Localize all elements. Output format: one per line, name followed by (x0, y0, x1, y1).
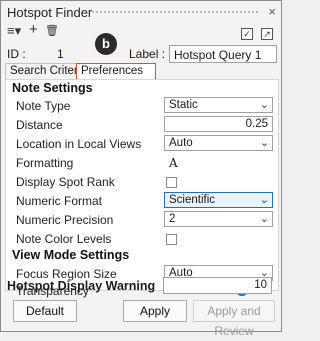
checkbox-icon[interactable]: ✓ (241, 28, 253, 40)
distance-input[interactable]: 0.25 (164, 116, 273, 132)
chevron-down-icon: ⌄ (259, 99, 269, 111)
hotspot-finder-panel: Hotspot Finder × ≡▾ + 🗑 ✓ ↗ b ID : 1 Lab… (0, 0, 282, 338)
color-levels-checkbox[interactable] (166, 234, 177, 245)
window-title: Hotspot Finder (7, 5, 93, 20)
numeric-precision-value: 2 (169, 213, 176, 225)
font-format-icon[interactable]: A (169, 156, 178, 170)
view-mode-heading: View Mode Settings (12, 248, 130, 262)
chevron-down-icon: ⌄ (259, 194, 269, 206)
note-type-value: Static (169, 99, 198, 111)
numeric-precision-select[interactable]: 2 ⌄ (164, 211, 273, 227)
note-type-select[interactable]: Static ⌄ (164, 97, 273, 113)
close-icon[interactable]: × (268, 4, 276, 19)
numeric-format-select[interactable]: Scientific ⌄ (164, 192, 273, 208)
id-label: ID : (7, 47, 26, 61)
numeric-precision-label: Numeric Precision (16, 213, 114, 227)
id-value: 1 (57, 47, 64, 61)
default-button[interactable]: Default (13, 300, 77, 322)
hotspot-warning-label: Hotspot Display Warning (7, 279, 156, 293)
popout-icon[interactable]: ↗ (261, 28, 273, 40)
formatting-label: Formatting (16, 156, 74, 170)
list-dropdown-icon[interactable]: ≡▾ (7, 24, 21, 38)
note-settings-heading: Note Settings (12, 81, 93, 95)
spot-rank-label: Display Spot Rank (16, 175, 115, 189)
tab-preferences[interactable]: Preferences (76, 63, 156, 80)
drag-grip-icon[interactable] (91, 10, 259, 15)
label-label: Label : (129, 47, 166, 61)
location-value: Auto (169, 137, 193, 149)
tab-bar: Search Criteria Preferences (5, 63, 279, 80)
color-levels-label: Note Color Levels (16, 232, 112, 246)
location-select[interactable]: Auto ⌄ (164, 135, 273, 151)
chevron-down-icon: ⌄ (259, 137, 269, 149)
location-label: Location in Local Views (16, 137, 142, 151)
title-bar[interactable]: Hotspot Finder × (1, 1, 281, 23)
apply-button[interactable]: Apply (123, 300, 187, 322)
apply-and-review-button[interactable]: Apply and Review (193, 300, 275, 338)
spot-rank-checkbox[interactable] (166, 177, 177, 188)
add-icon[interactable]: + (29, 22, 38, 37)
chevron-down-icon: ⌄ (259, 213, 269, 225)
hotspot-warning-input[interactable]: 10 (163, 277, 272, 294)
label-input[interactable]: Hotspot Query 1 (169, 45, 277, 63)
note-type-label: Note Type (16, 99, 71, 113)
numeric-format-value: Scientific (169, 194, 216, 206)
toolbar: ≡▾ + 🗑 ✓ ↗ (7, 22, 277, 41)
query-id-row: ID : 1 Label : Hotspot Query 1 (7, 45, 277, 63)
delete-icon[interactable]: 🗑 (45, 24, 59, 38)
numeric-format-label: Numeric Format (16, 194, 103, 208)
distance-label: Distance (16, 118, 63, 132)
preferences-content: Note Settings Note Type Static ⌄ Distanc… (5, 79, 279, 298)
